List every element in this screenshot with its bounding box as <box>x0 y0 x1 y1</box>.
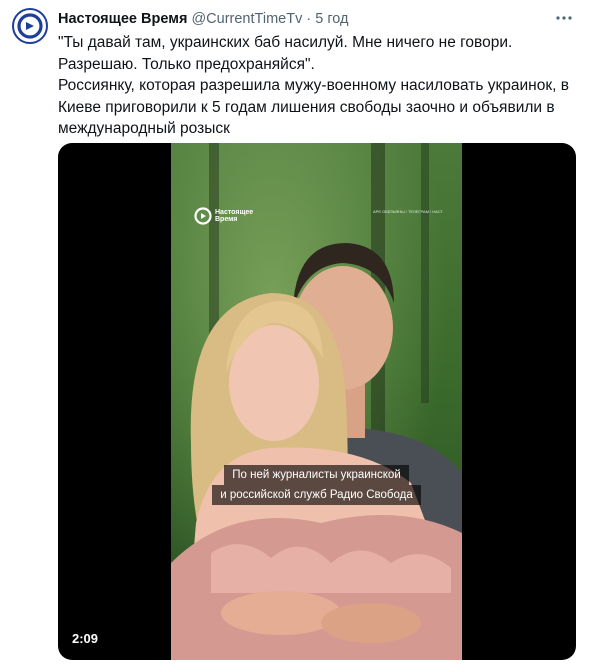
tweet-text: "Ты давай там, украинских баб насилуй. М… <box>58 32 578 140</box>
timestamp[interactable]: 5 год <box>315 11 348 27</box>
more-options-button[interactable] <box>552 6 576 30</box>
avatar[interactable] <box>12 8 48 44</box>
channel-logo: Настоящее Время <box>194 207 255 225</box>
video-frame[interactable]: Настоящее Время АРЕ ОБЕЗЬЯНЫ / ТЕЛЕГРАМ … <box>171 143 462 660</box>
tweet-text-line: Россиянку, которая разрешила мужу-военно… <box>58 77 569 94</box>
caption-line: По ней журналисты украинской <box>171 465 462 485</box>
tweet-text-line: "Ты давай там, украинских баб насилуй. М… <box>58 34 513 51</box>
current-time-logo-icon <box>194 207 212 225</box>
tweet-text-line: международный розыск <box>58 120 230 137</box>
video-credit: АРЕ ОБЕЗЬЯНЫ / ТЕЛЕГРАМ / НАСТ <box>373 209 443 214</box>
caption-line: и российской служб Радио Свобода <box>171 485 462 505</box>
author-name[interactable]: Настоящее Время <box>58 11 187 27</box>
video-duration: 2:09 <box>72 631 99 646</box>
separator-dot: · <box>306 11 312 27</box>
caption-text: По ней журналисты украинской <box>224 465 409 485</box>
tweet-text-line: Разрешаю. Только предохраняйся". <box>58 55 315 73</box>
tweet-header: Настоящее Время @CurrentTimeTv · 5 год <box>58 10 552 28</box>
video-player[interactable]: Настоящее Время АРЕ ОБЕЗЬЯНЫ / ТЕЛЕГРАМ … <box>58 143 576 660</box>
author-handle[interactable]: @CurrentTimeTv <box>191 11 302 27</box>
caption-text: и российской служб Радио Свобода <box>212 485 421 505</box>
logo-text: Настоящее Время <box>215 209 254 223</box>
current-time-logo-icon <box>17 13 43 39</box>
more-horizontal-icon <box>556 16 572 20</box>
tweet-text-line: Киеве приговорили к 5 годам лишения своб… <box>58 98 555 116</box>
